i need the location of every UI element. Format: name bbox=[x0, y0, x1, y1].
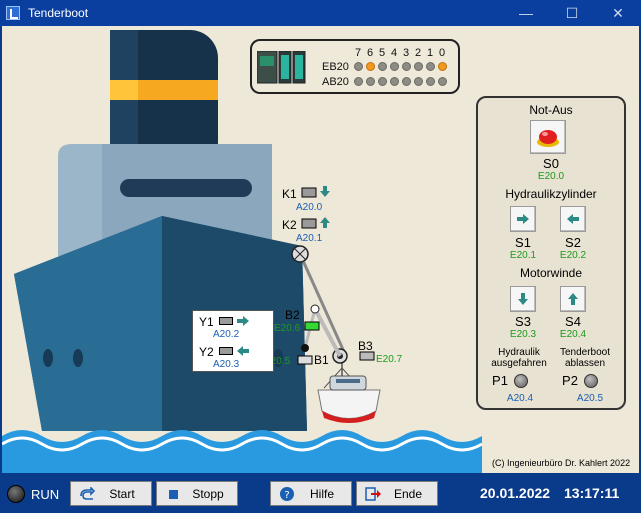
ab20-leds bbox=[352, 77, 448, 86]
y2-addr: A20.3 bbox=[213, 359, 240, 370]
valve-box: Y1 A20.2 Y2 A20.3 bbox=[192, 310, 274, 372]
eb20-led-bit-0 bbox=[437, 62, 447, 71]
ab20-led-bit-1 bbox=[425, 77, 435, 86]
b2-label: B2 bbox=[285, 308, 300, 322]
b2-addr: E20.6 bbox=[274, 323, 301, 334]
maximize-button[interactable]: ☐ bbox=[549, 0, 595, 26]
start-button[interactable]: Start bbox=[70, 481, 152, 506]
y2-label: Y2 bbox=[199, 345, 214, 359]
eb20-leds bbox=[352, 62, 448, 71]
run-lamp bbox=[7, 485, 25, 503]
y2-indicator bbox=[219, 347, 233, 355]
b3-label: B3 bbox=[358, 339, 373, 353]
stopp-button[interactable]: Stopp bbox=[156, 481, 238, 506]
eb20-led-bit-3 bbox=[401, 62, 411, 71]
hydraulik-title: Hydraulikzylinder bbox=[505, 187, 597, 201]
s4-button[interactable] bbox=[560, 286, 586, 312]
p2-caption: Tenderboot ablassen bbox=[559, 347, 611, 369]
ende-button[interactable]: Ende bbox=[356, 481, 438, 506]
arrow-up-icon bbox=[568, 293, 578, 305]
ab20-led-bit-7 bbox=[353, 77, 363, 86]
close-button[interactable]: ✕ bbox=[595, 0, 641, 26]
eb20-led-bit-6 bbox=[365, 62, 375, 71]
window-strip bbox=[120, 179, 252, 197]
status-bar: RUN Start Stopp ? Hilfe Ende 20.01.2022 … bbox=[0, 473, 641, 513]
s2-label: S2 bbox=[565, 235, 581, 250]
k2-label: K2 bbox=[282, 218, 297, 232]
s1-label: S1 bbox=[515, 235, 531, 250]
eb20-led-bit-5 bbox=[377, 62, 387, 71]
motor-title: Motorwinde bbox=[519, 266, 583, 280]
arrow-down-icon bbox=[518, 293, 528, 305]
arrow-left-icon bbox=[567, 214, 579, 224]
ab20-led-bit-6 bbox=[365, 77, 375, 86]
ab20-led-bit-3 bbox=[401, 77, 411, 86]
p2-lamp bbox=[584, 374, 598, 388]
s1-addr: E20.1 bbox=[509, 250, 537, 261]
ab20-led-bit-4 bbox=[389, 77, 399, 86]
app-icon bbox=[6, 6, 20, 20]
ab20-label: AB20 bbox=[322, 76, 349, 88]
y1-label: Y1 bbox=[199, 315, 214, 329]
s3-button[interactable] bbox=[510, 286, 536, 312]
water bbox=[2, 430, 482, 473]
y1-indicator bbox=[219, 317, 233, 325]
p2-addr: A20.5 bbox=[576, 393, 604, 404]
k1-addr: A20.0 bbox=[296, 202, 323, 213]
s3-label: S3 bbox=[515, 314, 531, 329]
y1-addr: A20.2 bbox=[213, 329, 240, 340]
ab20-led-bit-2 bbox=[413, 77, 423, 86]
s0-addr: E20.0 bbox=[537, 171, 565, 182]
k2-addr: A20.1 bbox=[296, 233, 323, 244]
k1-label: K1 bbox=[282, 187, 297, 201]
copyright: (C) Ingenieurbüro Dr. Kahlert 2022 bbox=[492, 458, 631, 468]
p2-label: P2 bbox=[562, 373, 578, 388]
arrow-left-icon bbox=[237, 346, 249, 356]
eb20-label: EB20 bbox=[322, 61, 349, 73]
s0-label: S0 bbox=[543, 156, 559, 171]
run-label: RUN bbox=[31, 487, 60, 502]
ab20-led-bit-5 bbox=[377, 77, 387, 86]
eb20-led-bit-7 bbox=[353, 62, 363, 71]
p1-addr: A20.4 bbox=[506, 393, 534, 404]
arrow-right-icon bbox=[517, 214, 529, 224]
s1-button[interactable] bbox=[510, 206, 536, 232]
eb20-led-bit-4 bbox=[389, 62, 399, 71]
s2-button[interactable] bbox=[560, 206, 586, 232]
s3-addr: E20.3 bbox=[509, 329, 537, 340]
s2-addr: E20.2 bbox=[559, 250, 587, 261]
arrow-right-icon bbox=[237, 316, 249, 326]
s4-label: S4 bbox=[565, 314, 581, 329]
b3-addr: E20.7 bbox=[376, 354, 403, 365]
process-scene: 7 6 5 4 3 2 1 0 EB20 AB20 K1 A20.0 K2 A2… bbox=[2, 26, 639, 473]
p1-caption: Hydraulik ausgefahren bbox=[491, 347, 547, 369]
p1-label: P1 bbox=[492, 373, 508, 388]
title-bar: Tenderboot — ☐ ✕ bbox=[0, 0, 641, 26]
bit-numbers: 7 6 5 4 3 2 1 0 bbox=[354, 47, 446, 59]
emergency-stop-button[interactable] bbox=[530, 120, 566, 154]
b1-label: B1 bbox=[314, 353, 329, 367]
control-panel: Not-Aus S0 E20.0 Hydraulikzylinder S1 S2… bbox=[476, 96, 626, 410]
time-display: 13:17:11 bbox=[564, 485, 620, 501]
window-title: Tenderboot bbox=[28, 6, 89, 20]
eb20-led-bit-1 bbox=[425, 62, 435, 71]
eb20-led-bit-2 bbox=[413, 62, 423, 71]
hilfe-button[interactable]: ? Hilfe bbox=[270, 481, 352, 506]
minimize-button[interactable]: — bbox=[503, 0, 549, 26]
date-display: 20.01.2022 bbox=[480, 485, 551, 501]
emergency-stop-icon bbox=[537, 130, 559, 147]
ab20-led-bit-0 bbox=[437, 77, 447, 86]
p1-lamp bbox=[514, 374, 528, 388]
s4-addr: E20.4 bbox=[559, 329, 587, 340]
notaus-title: Not-Aus bbox=[529, 103, 573, 117]
plc-hardware-icon bbox=[257, 51, 306, 84]
plc-status-panel: 7 6 5 4 3 2 1 0 EB20 AB20 bbox=[250, 39, 460, 94]
